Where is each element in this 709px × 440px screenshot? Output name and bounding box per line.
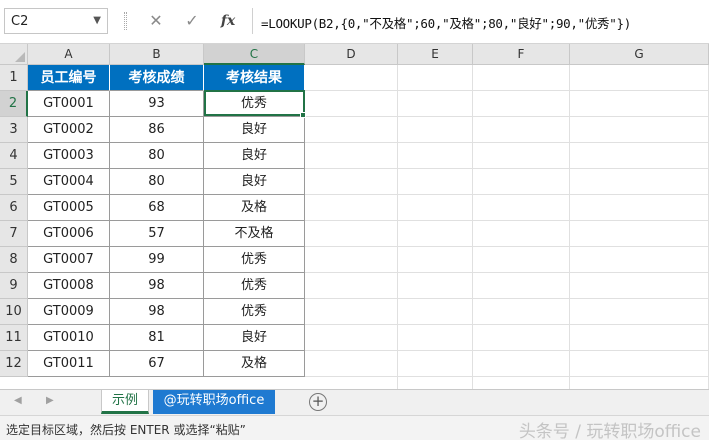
sheet-tab-bar: ◀ ▶ 示例 @玩转职场office + (0, 389, 709, 415)
row-header-2[interactable]: 2 (0, 91, 28, 117)
cell-score[interactable]: 99 (110, 247, 204, 273)
row-header-10[interactable]: 10 (0, 299, 28, 325)
cell-score[interactable]: 93 (110, 91, 204, 117)
cell-score[interactable]: 57 (110, 221, 204, 247)
formula-input[interactable]: =LOOKUP(B2,{0,"不及格";60,"及格";80,"良好";90,"… (252, 8, 705, 34)
gridline (305, 90, 709, 91)
select-all-button[interactable] (0, 44, 28, 65)
sheet-tab-example[interactable]: 示例 (101, 390, 149, 414)
cancel-icon[interactable]: ✕ (142, 8, 170, 34)
gridline (305, 246, 709, 247)
row-header-4[interactable]: 4 (0, 143, 28, 169)
gridline (305, 168, 709, 169)
formula-text: =LOOKUP(B2,{0,"不及格";60,"及格";80,"良好";90,"… (261, 16, 631, 31)
gridline (305, 376, 709, 377)
name-box[interactable]: C2 ▼ (4, 8, 108, 34)
cell-employee-id[interactable]: GT0006 (28, 221, 110, 247)
next-sheet-icon[interactable]: ▶ (46, 395, 54, 406)
gridline (305, 194, 709, 195)
cell-employee-id[interactable]: GT0002 (28, 117, 110, 143)
cell-result[interactable]: 优秀 (204, 299, 305, 325)
confirm-icon[interactable]: ✓ (178, 8, 206, 34)
sheet-tab-office[interactable]: @玩转职场office (153, 390, 275, 414)
gridline (397, 65, 398, 389)
cell-employee-id[interactable]: GT0009 (28, 299, 110, 325)
column-header-g[interactable]: G (570, 44, 709, 65)
insert-function-button[interactable]: fx (214, 8, 242, 34)
column-header-a[interactable]: A (28, 44, 110, 65)
cell-score[interactable]: 68 (110, 195, 204, 221)
cell-score[interactable]: 80 (110, 143, 204, 169)
row-header-8[interactable]: 8 (0, 247, 28, 273)
gridline (472, 65, 473, 389)
cell-employee-id[interactable]: GT0005 (28, 195, 110, 221)
cell-score[interactable]: 67 (110, 351, 204, 377)
status-message: 选定目标区域，然后按 ENTER 或选择“粘贴” (6, 423, 246, 437)
gridline (305, 220, 709, 221)
cell-employee-id[interactable]: GT0007 (28, 247, 110, 273)
gridline (305, 272, 709, 273)
cell-result[interactable]: 良好 (204, 169, 305, 195)
cell-employee-id[interactable]: GT0008 (28, 273, 110, 299)
cell-result[interactable]: 优秀 (204, 247, 305, 273)
column-header-b[interactable]: B (110, 44, 204, 65)
cell-employee-id[interactable]: GT0003 (28, 143, 110, 169)
cell-employee-id[interactable]: GT0010 (28, 325, 110, 351)
fill-handle[interactable] (300, 112, 306, 118)
column-header-c[interactable]: C (204, 44, 305, 65)
chevron-down-icon[interactable]: ▼ (93, 15, 101, 26)
row-header-12[interactable]: 12 (0, 351, 28, 377)
row-header-1[interactable]: 1 (0, 65, 28, 91)
add-sheet-button[interactable]: + (309, 393, 327, 411)
column-header-d[interactable]: D (305, 44, 398, 65)
formula-bar-grip[interactable] (124, 12, 127, 30)
gridline (305, 116, 709, 117)
cell-result[interactable]: 及格 (204, 351, 305, 377)
gridline (305, 142, 709, 143)
cell-result[interactable]: 良好 (204, 143, 305, 169)
cell-result[interactable]: 优秀 (204, 91, 305, 117)
cell-result[interactable]: 及格 (204, 195, 305, 221)
gridline (305, 324, 709, 325)
column-header-e[interactable]: E (398, 44, 473, 65)
cell-employee-id[interactable]: GT0004 (28, 169, 110, 195)
cell-score[interactable]: 81 (110, 325, 204, 351)
formula-bar: C2 ▼ ✕ ✓ fx =LOOKUP(B2,{0,"不及格";60,"及格";… (0, 0, 709, 44)
cell-employee-id[interactable]: GT0011 (28, 351, 110, 377)
status-bar: 选定目标区域，然后按 ENTER 或选择“粘贴” 头条号 / 玩转职场offic… (0, 415, 709, 440)
name-box-value: C2 (11, 14, 29, 29)
prev-sheet-icon[interactable]: ◀ (14, 395, 22, 406)
row-header-3[interactable]: 3 (0, 117, 28, 143)
cell-score[interactable]: 80 (110, 169, 204, 195)
cell-score[interactable]: 98 (110, 299, 204, 325)
cell-result[interactable]: 良好 (204, 325, 305, 351)
row-header-5[interactable]: 5 (0, 169, 28, 195)
cell-result[interactable]: 优秀 (204, 273, 305, 299)
cell-score[interactable]: 98 (110, 273, 204, 299)
row-header-9[interactable]: 9 (0, 273, 28, 299)
cell-employee-id[interactable]: GT0001 (28, 91, 110, 117)
row-header-6[interactable]: 6 (0, 195, 28, 221)
row-header-7[interactable]: 7 (0, 221, 28, 247)
gridline (569, 65, 570, 389)
gridline (305, 350, 709, 351)
column-header-f[interactable]: F (473, 44, 570, 65)
row-header-11[interactable]: 11 (0, 325, 28, 351)
select-all-triangle-icon (15, 52, 25, 62)
header-cell-employee-id[interactable]: 员工编号 (28, 65, 110, 91)
header-cell-result[interactable]: 考核结果 (204, 65, 305, 91)
cell-score[interactable]: 86 (110, 117, 204, 143)
cell-result[interactable]: 不及格 (204, 221, 305, 247)
watermark: 头条号 / 玩转职场office (518, 422, 701, 440)
worksheet-grid[interactable]: A B C D E F G 1 2 3 4 5 6 7 8 9 10 11 12 员工编号 考核成绩 … (0, 44, 709, 389)
header-cell-score[interactable]: 考核成绩 (110, 65, 204, 91)
gridline (305, 298, 709, 299)
cell-result[interactable]: 良好 (204, 117, 305, 143)
